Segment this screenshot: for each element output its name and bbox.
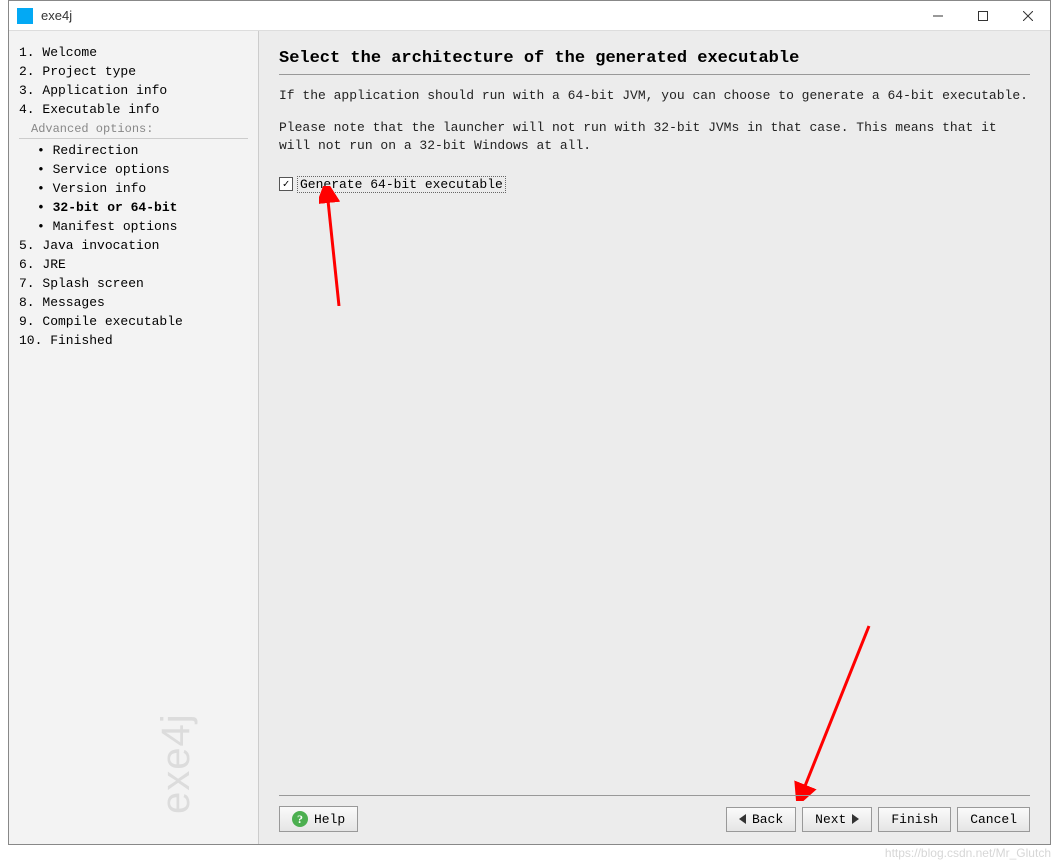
back-button[interactable]: Back [726,807,796,832]
sidebar-item-version-info[interactable]: Version info [19,179,248,198]
sidebar-item-executable-info[interactable]: 4. Executable info [19,100,248,119]
footer-watermark: https://blog.csdn.net/Mr_Glutch [885,846,1051,860]
sidebar-item-splash-screen[interactable]: 7. Splash screen [19,274,248,293]
sidebar-item-project-type[interactable]: 2. Project type [19,62,248,81]
titlebar: exe4j [9,1,1050,31]
sidebar-item-finished[interactable]: 10. Finished [19,331,248,350]
cancel-button[interactable]: Cancel [957,807,1030,832]
close-button[interactable] [1005,1,1050,31]
description-paragraph-1: If the application should run with a 64-… [279,87,1030,105]
minimize-icon [933,11,943,21]
next-button[interactable]: Next [802,807,872,832]
window-title: exe4j [41,8,72,23]
content-area: 1. Welcome 2. Project type 3. Applicatio… [9,31,1050,844]
help-button-label: Help [314,812,345,827]
app-icon [17,8,33,24]
checkbox-row: ✓ Generate 64-bit executable [279,176,1030,193]
maximize-button[interactable] [960,1,1005,31]
checkmark-icon: ✓ [283,177,290,191]
sidebar-item-java-invocation[interactable]: 5. Java invocation [19,236,248,255]
generate-64bit-checkbox[interactable]: ✓ [279,177,293,191]
minimize-button[interactable] [915,1,960,31]
cancel-button-label: Cancel [970,812,1017,827]
sidebar-item-redirection[interactable]: Redirection [19,141,248,160]
close-icon [1023,11,1033,21]
maximize-icon [978,11,988,21]
description-paragraph-2: Please note that the launcher will not r… [279,119,1030,155]
sidebar-item-welcome[interactable]: 1. Welcome [19,43,248,62]
generate-64bit-label[interactable]: Generate 64-bit executable [297,176,506,193]
titlebar-left: exe4j [9,8,72,24]
sidebar-item-manifest-options[interactable]: Manifest options [19,217,248,236]
triangle-right-icon [852,814,859,824]
sidebar-advanced-header: Advanced options: [19,120,248,139]
finish-button-label: Finish [891,812,938,827]
next-button-label: Next [815,812,846,827]
sidebar-item-application-info[interactable]: 3. Application info [19,81,248,100]
page-title: Select the architecture of the generated… [279,49,1030,75]
sidebar-item-jre[interactable]: 6. JRE [19,255,248,274]
sidebar-item-compile-executable[interactable]: 9. Compile executable [19,312,248,331]
triangle-left-icon [739,814,746,824]
main-panel: Select the architecture of the generated… [259,31,1050,844]
window: exe4j 1. Welcome 2. Project type 3. Appl… [8,0,1051,845]
sidebar-item-messages[interactable]: 8. Messages [19,293,248,312]
annotation-arrow-2 [789,621,879,801]
titlebar-buttons [915,1,1050,31]
annotation-arrow-1 [319,186,349,306]
help-icon: ? [292,811,308,827]
sidebar-item-service-options[interactable]: Service options [19,160,248,179]
back-button-label: Back [752,812,783,827]
nav-buttons: Back Next Finish Cancel [726,807,1030,832]
button-bar: ? Help Back Next Finish [279,795,1030,832]
sidebar: 1. Welcome 2. Project type 3. Applicatio… [9,31,259,844]
finish-button[interactable]: Finish [878,807,951,832]
help-button[interactable]: ? Help [279,806,358,832]
sidebar-watermark: exe4j [154,713,199,814]
sidebar-item-32bit-64bit[interactable]: 32-bit or 64-bit [19,198,248,217]
